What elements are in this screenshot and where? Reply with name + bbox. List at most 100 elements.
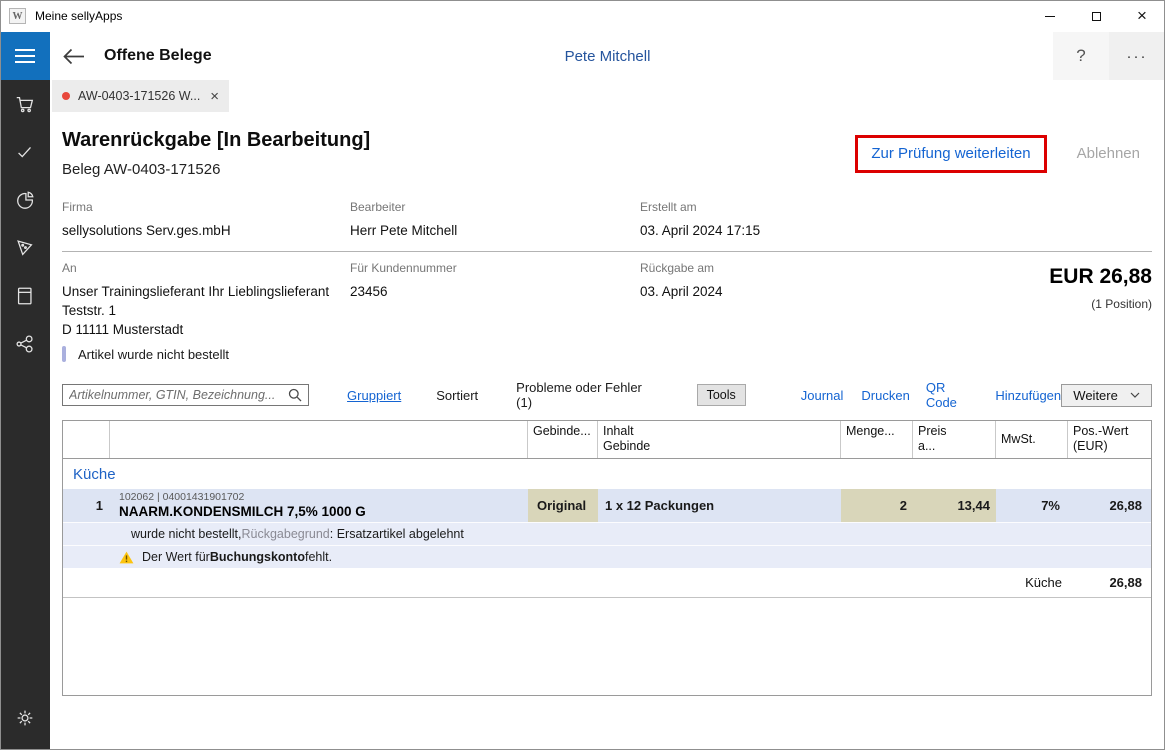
tab-strip: AW-0403-171526 W... × [50, 80, 1165, 112]
menu-button[interactable] [0, 32, 50, 80]
app-logo-icon: W [9, 8, 26, 24]
kundennummer-value: 23456 [350, 282, 640, 301]
sidebar-item-catalog[interactable] [0, 272, 50, 320]
group-header-row[interactable]: Küche [63, 459, 1151, 489]
an-value: Unser Trainingslieferant Ihr Lieblingsli… [62, 282, 350, 339]
close-button[interactable]: × [1119, 0, 1165, 32]
window-title: Meine sellyApps [35, 9, 122, 23]
search-input[interactable] [69, 388, 288, 402]
share-icon [14, 333, 36, 355]
col-rownum [63, 421, 110, 458]
an-label: An [62, 261, 350, 275]
inhalt-gebinde-cell: 1 x 12 Packungen [598, 498, 841, 513]
gebinde-cell[interactable]: Original [528, 489, 598, 522]
bearbeiter-label: Bearbeiter [350, 200, 640, 214]
firma-value: sellysolutions Serv.ges.mbH [62, 221, 350, 240]
mwst-cell: 7% [996, 489, 1068, 522]
gear-icon [14, 707, 36, 729]
table-empty-area [63, 598, 1151, 695]
notice-text: Artikel wurde nicht bestellt [78, 347, 229, 362]
maximize-icon [1092, 12, 1101, 21]
article-note-row: wurde nicht bestellt, Rückgabegrund : Er… [63, 522, 1151, 545]
sidebar-item-network[interactable] [0, 320, 50, 368]
erstellt-am-label: Erstellt am [640, 200, 1152, 214]
bearbeiter-value: Herr Pete Mitchell [350, 221, 640, 240]
rueckgabe-am-label: Rückgabe am [640, 261, 852, 275]
gruppiert-link[interactable]: Gruppiert [347, 388, 401, 403]
tab-label: AW-0403-171526 W... [78, 89, 200, 103]
preis-cell[interactable]: 13,44 [913, 489, 996, 522]
book-icon [14, 285, 36, 307]
pos-wert-cell: 26,88 [1068, 489, 1153, 522]
article-search [62, 384, 309, 406]
erstellt-am-value: 03. April 2024 17:15 [640, 221, 1152, 240]
drucken-link[interactable]: Drucken [861, 388, 909, 403]
toolbar: Gruppiert Sortiert Probleme oder Fehler … [62, 383, 1152, 407]
document-title: Warenrückgabe [In Bearbeitung] [62, 127, 370, 154]
sidebar-item-offers[interactable] [0, 224, 50, 272]
menge-cell[interactable]: 2 [841, 489, 913, 522]
position-count: (1 Position) [852, 297, 1152, 311]
more-options-button[interactable]: ··· [1109, 32, 1165, 80]
qr-code-link[interactable]: QR Code [926, 380, 980, 410]
probleme-oder-fehler-link[interactable]: Probleme oder Fehler (1) [516, 380, 659, 410]
user-name[interactable]: Pete Mitchell [50, 48, 1165, 65]
article-row[interactable]: 1 102062 | 04001431901702 NAARM.KONDENSM… [63, 489, 1151, 522]
tab-close-icon[interactable]: × [210, 89, 219, 104]
hamburger-icon [15, 49, 35, 51]
group-subtotal-row: Küche 26,88 [63, 568, 1151, 598]
positions-table: Gebinde... InhaltGebinde Menge... Preisa… [62, 420, 1152, 696]
kundennummer-label: Für Kundennummer [350, 261, 640, 275]
help-button[interactable]: ? [1053, 32, 1109, 80]
minimize-icon [1045, 16, 1055, 17]
maximize-button[interactable] [1073, 0, 1119, 32]
subtotal-label: Küche [996, 575, 1068, 590]
warning-icon [119, 551, 134, 564]
col-mwst[interactable]: MwSt. [996, 421, 1068, 458]
article-description: 102062 | 04001431901702 NAARM.KONDENSMIL… [110, 491, 528, 520]
warning-field-name: Buchungskonto [210, 550, 305, 564]
app-bar: Offene Belege Pete Mitchell ? ··· [50, 32, 1165, 80]
reject-button[interactable]: Ablehnen [1077, 145, 1140, 162]
sidebar [0, 32, 50, 750]
search-icon[interactable] [288, 388, 302, 402]
row-number: 1 [63, 498, 110, 513]
col-preis[interactable]: Preisa... [913, 421, 996, 458]
article-code: 102062 | 04001431901702 [119, 491, 528, 503]
journal-link[interactable]: Journal [801, 388, 844, 403]
article-name: NAARM.KONDENSMILCH 7,5% 1000 G [119, 504, 528, 520]
subtotal-value: 26,88 [1068, 575, 1153, 590]
rueckgabe-am-value: 03. April 2024 [640, 282, 852, 301]
sidebar-item-reports[interactable] [0, 176, 50, 224]
col-menge[interactable]: Menge... [841, 421, 913, 458]
highlight-annotation: Zur Prüfung weiterleiten [855, 135, 1046, 173]
hinzufuegen-link[interactable]: Hinzufügen [995, 388, 1061, 403]
rueckgabegrund-label: Rückgabegrund [241, 527, 329, 541]
col-inhalt-gebinde[interactable]: InhaltGebinde [598, 421, 841, 458]
tools-button[interactable]: Tools [697, 384, 746, 406]
sidebar-item-cart[interactable] [0, 80, 50, 128]
document-notice: Artikel wurde nicht bestellt [62, 345, 1152, 363]
tab-document[interactable]: AW-0403-171526 W... × [52, 80, 229, 112]
total-amount: EUR 26,88 [852, 265, 1152, 289]
title-bar: W Meine sellyApps × [0, 0, 1165, 32]
notice-bar-icon [62, 346, 66, 362]
unsaved-dot-icon [62, 92, 70, 100]
table-header: Gebinde... InhaltGebinde Menge... Preisa… [63, 421, 1151, 459]
col-gebinde[interactable]: Gebinde... [528, 421, 598, 458]
col-pos-wert[interactable]: Pos.-Wert(EUR) [1068, 421, 1153, 458]
pennant-icon [14, 237, 36, 259]
col-article [110, 421, 528, 458]
weitere-dropdown[interactable]: Weitere [1061, 384, 1152, 407]
sidebar-item-tasks[interactable] [0, 128, 50, 176]
sidebar-item-settings[interactable] [0, 694, 50, 742]
main-area: Offene Belege Pete Mitchell ? ··· AW-040… [50, 32, 1165, 750]
check-icon [14, 141, 36, 163]
firma-label: Firma [62, 200, 350, 214]
cart-icon [14, 93, 36, 115]
forward-for-review-button[interactable]: Zur Prüfung weiterleiten [871, 145, 1030, 162]
sortiert-link[interactable]: Sortiert [436, 388, 478, 403]
article-warning-row: Der Wert für Buchungskonto fehlt. [63, 545, 1151, 568]
pie-chart-icon [14, 189, 36, 211]
minimize-button[interactable] [1027, 0, 1073, 32]
